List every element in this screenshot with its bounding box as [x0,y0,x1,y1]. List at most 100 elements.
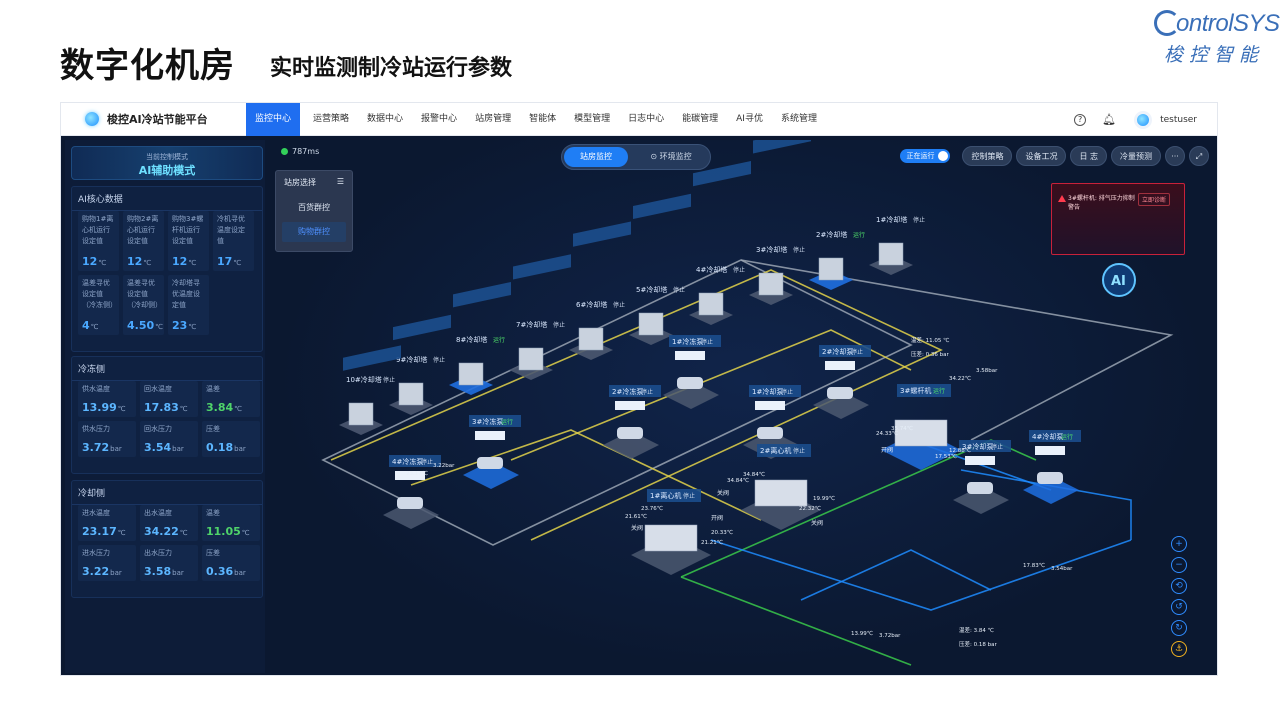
metric-label: 回水温度 [144,385,172,393]
chiller [754,479,808,507]
reset-view-icon[interactable]: ⟲ [1171,578,1187,594]
sensor-reading: 3.72bar [879,633,901,639]
tower-tag-bg [513,254,571,280]
help-icon[interactable]: ? [1074,113,1087,126]
left-panel: 当前控制模式 AI辅助模式 AI核心数据 购物1#离心机运行设定值 12℃ 购物2#… [65,140,265,673]
device-status-button[interactable]: 设备工况 [1016,146,1067,166]
nav-item-2[interactable]: 数据中心 [358,103,412,136]
view-toggle[interactable]: 站房监控 ⊙ 环境监控 [561,144,711,170]
plant-scene[interactable]: 1#冷却塔 停止 2#冷却塔 运行 3#冷却塔 停止 4#冷却塔 停止 5#冷却塔 停止 6#冷却塔… [271,140,1215,673]
metric-card: 冷却塔寻优温度设定值 23℃ [168,275,209,335]
metric-label: 冷机寻优温度设定值 [217,215,245,245]
metric-card: 出水温度 34.22℃ [140,505,198,541]
nav-item-0[interactable]: 监控中心 [246,102,301,136]
metric-label: 温差 [206,509,220,517]
running-toggle[interactable]: 正在运行 [900,149,951,163]
username[interactable]: testuser [1160,115,1197,125]
bell-icon[interactable]: 🔔︎ [1102,113,1116,126]
pump-name: 1#冷却泵 [752,387,783,396]
chiller [894,419,948,447]
metric-unit: ℃ [233,259,242,267]
metric-unit: ℃ [188,323,197,331]
warning-icon [1058,195,1066,202]
station-select-header: 站房选择 ☰ [276,171,352,194]
metric-value: 4℃ [78,319,103,332]
tower-name: 3#冷却塔 [756,245,787,254]
sensor-reading: 34.84℃ [743,471,765,478]
valve-label: 关阀 [631,524,643,532]
rotate-left-icon[interactable]: ↺ [1171,599,1187,615]
zoom-in-icon[interactable]: + [1171,536,1187,552]
metric-label: 出水温度 [144,509,172,517]
nav-item-1[interactable]: 运营策略 [304,103,358,136]
nav-item-7[interactable]: 日志中心 [619,103,673,136]
metric-unit: bar [234,569,246,577]
control-strategy-button[interactable]: 控制策略 [962,146,1013,166]
nav-item-6[interactable]: 模型管理 [565,103,619,136]
zoom-out-icon[interactable]: − [1171,557,1187,573]
cooling-section: 冷却侧 进水温度 23.17℃ 出水温度 34.22℃ 温差 11.05℃ 进水压力 3.22… [71,480,263,598]
metric-value: 23℃ [168,319,200,332]
tower-tag-bg [393,314,451,341]
metric-unit: bar [110,445,122,453]
metric-label: 进水压力 [82,549,110,557]
tower-name: 6#冷却塔 [576,300,607,309]
nav-item-8[interactable]: 能碳管理 [673,103,727,136]
avatar[interactable] [1134,110,1153,129]
pump-readout [825,361,855,370]
metric-number: 3.58 [144,565,172,578]
metric-card: 进水压力 3.22bar [78,545,136,581]
scene-toolbar: 正在运行 控制策略 设备工况 日 志 冷量预测 ··· ⤢ [900,146,1209,166]
cooling-forecast-button[interactable]: 冷量预测 [1111,146,1161,166]
app-window: 梭控AI冷站节能平台 监控中心 运营策略 数据中心 报警中心 站房管理 智能体 模型管理 日志… [60,102,1218,676]
pump [477,457,503,469]
control-mode-value: AI辅助模式 [138,164,196,177]
sensor-reading: 34.84℃ [727,477,749,484]
fullscreen-button[interactable]: ⤢ [1189,146,1209,166]
pump [757,427,783,439]
metric-label: 进水温度 [82,509,110,517]
latency-value: 787ms [292,147,320,156]
log-button[interactable]: 日 志 [1070,146,1107,166]
metric-card: 购物3#螺杆机运行设定值 12℃ [168,211,209,271]
pipe-6 [680,576,912,666]
nav-item-9[interactable]: AI寻优 [727,103,772,136]
tower-status: 停止 [793,246,805,254]
anchor-icon[interactable]: ⚓︎ [1171,641,1187,657]
valve-label: 关阀 [717,489,729,497]
metric-unit: ℃ [234,405,243,413]
rotate-right-icon[interactable]: ↻ [1171,620,1187,636]
pump-name: 2#冷冻泵 [612,387,643,396]
metric-unit: ℃ [179,529,188,537]
list-icon[interactable]: ☰ [337,177,344,188]
nav-item-4[interactable]: 站房管理 [466,103,520,136]
status-dot-icon [281,148,288,155]
station-option[interactable]: 百货群控 [282,198,346,218]
tab-station-monitor[interactable]: 站房监控 [564,147,628,167]
more-button[interactable]: ··· [1165,146,1185,166]
sensor-reading: 19.99℃ [813,495,835,502]
metric-unit: ℃ [179,405,188,413]
pump-readout [615,401,645,410]
tab-env-monitor[interactable]: ⊙ 环境监控 [632,147,710,167]
pump-status: 停止 [991,443,1003,451]
nav-item-10[interactable]: 系统管理 [772,103,826,136]
tower-status: 停止 [553,321,565,329]
diagnose-button[interactable]: 立即诊断 [1138,193,1171,206]
pump [617,427,643,439]
sensor-reading: 3.58bar [976,368,998,374]
metric-value: 0.36bar [202,565,250,578]
nav-item-3[interactable]: 报警中心 [412,103,466,136]
nav-item-5[interactable]: 智能体 [520,103,565,136]
station-option-selected[interactable]: 购物群控 [282,222,346,242]
tower-name: 8#冷却塔 [456,335,487,344]
metric-label: 供水温度 [82,385,110,393]
pump [677,377,703,389]
metric-card: 购物2#离心机运行设定值 12℃ [123,211,164,271]
metric-card: 回水压力 3.54bar [140,421,198,457]
metric-card: 压差 0.36bar [202,545,260,581]
tower-name: 7#冷却塔 [516,320,547,329]
station-select-panel: 站房选择 ☰ 百货群控 购物群控 [275,170,353,252]
metric-unit: ℃ [188,259,197,267]
metric-number: 11.05 [206,525,241,538]
